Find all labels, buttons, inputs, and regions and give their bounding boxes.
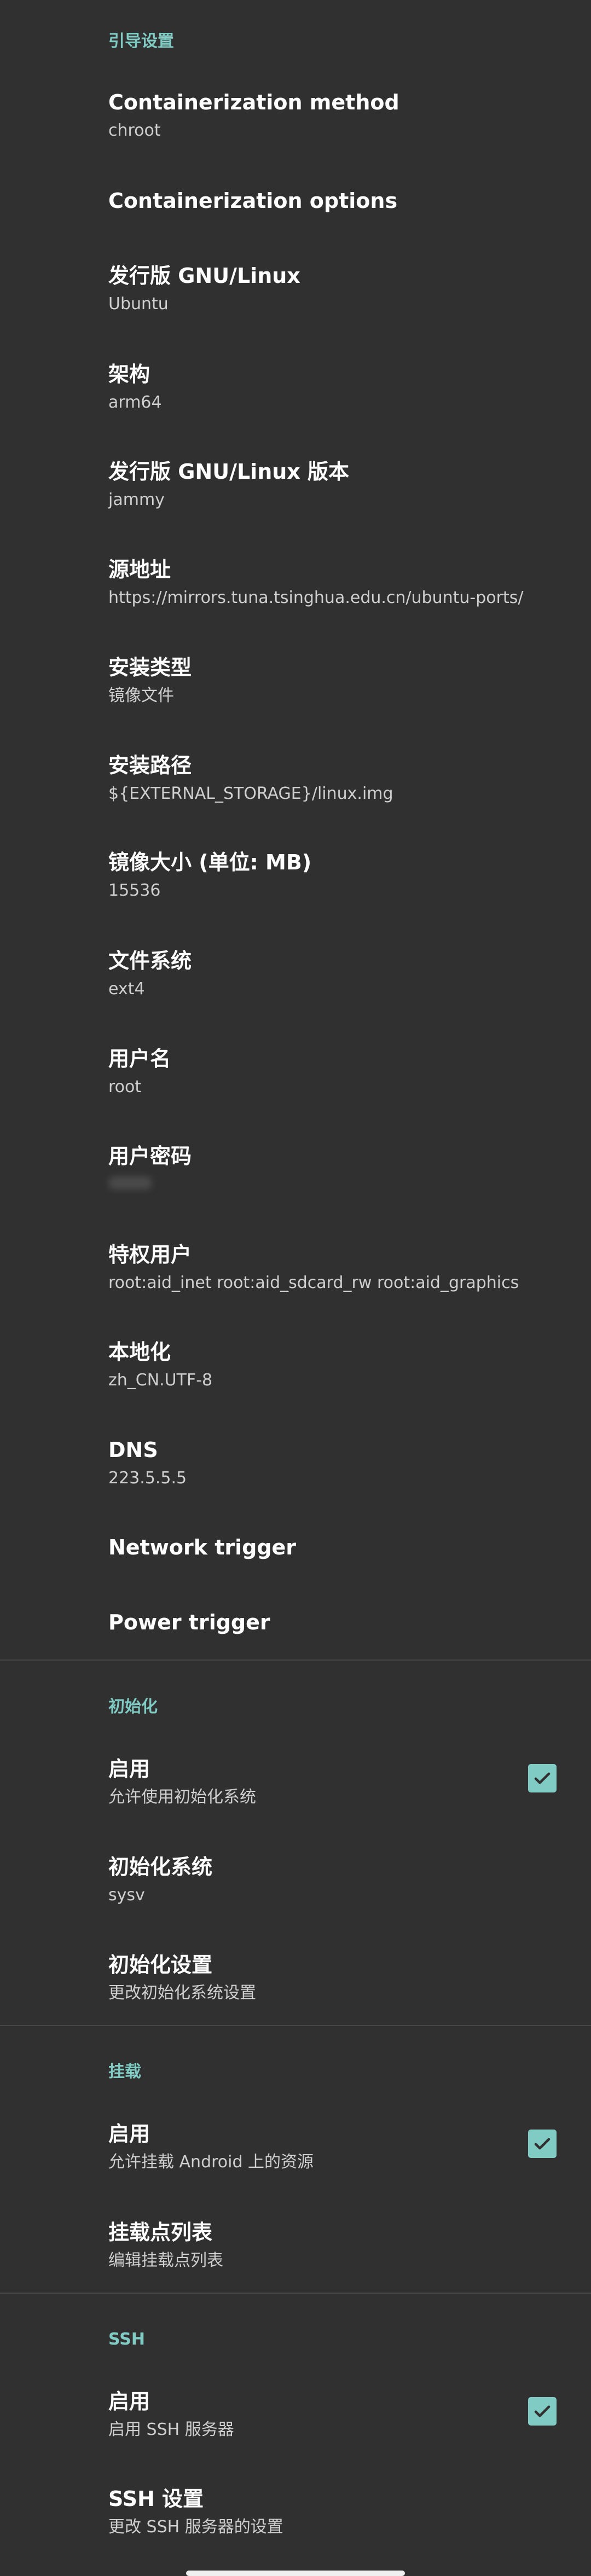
pref-title: 文件系统 [108, 949, 192, 973]
section-header-ssh: SSH [108, 2330, 145, 2349]
pref-title: 初始化设置 [108, 1953, 213, 1977]
pref-title: 镜像大小 (单位: MB) [108, 850, 312, 874]
pref-title: 启用 [108, 1757, 150, 1781]
ssh-enable-checkbox[interactable] [528, 2397, 557, 2426]
pref-install-path[interactable]: 安装路径 ${EXTERNAL_STORAGE}/linux.img [108, 755, 591, 802]
check-icon [534, 2138, 551, 2150]
pref-filesystem[interactable]: 文件系统 ext4 [108, 950, 591, 997]
pref-title: 启用 [108, 2389, 150, 2413]
pref-containerization-method[interactable]: Containerization method chroot [108, 92, 591, 139]
pref-summary: 允许挂载 Android 上的资源 [108, 2153, 314, 2172]
pref-title: 用户名 [108, 1047, 171, 1071]
pref-distro[interactable]: 发行版 GNU/Linux Ubuntu [108, 265, 591, 312]
pref-dns[interactable]: DNS 223.5.5.5 [108, 1440, 591, 1487]
pref-power-trigger[interactable]: Power trigger [108, 1612, 591, 1633]
pref-init-settings[interactable]: 初始化设置 更改初始化系统设置 [108, 1954, 591, 2001]
pref-title: 启用 [108, 2122, 150, 2146]
pref-title: Containerization method [108, 90, 399, 114]
pref-summary: arm64 [108, 393, 162, 412]
pref-summary: ext4 [108, 979, 145, 999]
pref-summary: 镜像文件 [108, 686, 174, 705]
mount-enable-checkbox[interactable] [528, 2130, 557, 2158]
pref-title: Containerization options [108, 189, 398, 213]
pref-privileged-users[interactable]: 特权用户 root:aid_inet root:aid_sdcard_rw ro… [108, 1244, 591, 1291]
pref-title: Power trigger [108, 1610, 270, 1634]
section-header-boot: 引导设置 [108, 32, 174, 51]
pref-summary: 15536 [108, 881, 161, 900]
pref-mount-list[interactable]: 挂载点列表 编辑挂载点列表 [108, 2222, 591, 2269]
pref-summary: 启用 SSH 服务器 [108, 2420, 234, 2439]
section-header-mount: 挂载 [108, 2062, 141, 2081]
pref-password[interactable]: 用户密码 [108, 1146, 591, 1190]
pref-summary: zh_CN.UTF-8 [108, 1371, 213, 1390]
pref-title: 安装类型 [108, 655, 192, 680]
pref-summary: 更改初始化系统设置 [108, 1983, 256, 2003]
pref-title: 源地址 [108, 558, 171, 582]
pref-title: 发行版 GNU/Linux 版本 [108, 460, 350, 484]
section-header-init: 初始化 [108, 1697, 158, 1716]
pref-summary: Ubuntu [108, 294, 169, 314]
pref-image-size[interactable]: 镜像大小 (单位: MB) 15536 [108, 852, 591, 899]
pref-title: 安装路径 [108, 753, 192, 778]
pref-title: 特权用户 [108, 1243, 192, 1267]
pref-title: DNS [108, 1438, 158, 1462]
pref-distro-version[interactable]: 发行版 GNU/Linux 版本 jammy [108, 461, 591, 508]
pref-summary: 允许使用初始化系统 [108, 1788, 256, 1807]
pref-title: 发行版 GNU/Linux [108, 264, 300, 288]
pref-init-enable[interactable]: 启用 允许使用初始化系统 [108, 1759, 591, 1806]
pref-arch[interactable]: 架构 arm64 [108, 364, 591, 411]
pref-source[interactable]: 源地址 https://mirrors.tuna.tsinghua.edu.cn… [108, 559, 591, 606]
check-icon [534, 2405, 551, 2417]
init-enable-checkbox[interactable] [528, 1764, 557, 1792]
pref-summary: 223.5.5.5 [108, 1469, 187, 1488]
pref-username[interactable]: 用户名 root [108, 1048, 591, 1095]
pref-summary: root [108, 1077, 142, 1096]
pref-ssh-settings[interactable]: SSH 设置 更改 SSH 服务器的设置 [108, 2488, 591, 2536]
pref-network-trigger[interactable]: Network trigger [108, 1537, 591, 1558]
check-icon [534, 1772, 551, 1784]
pref-summary: jammy [108, 490, 165, 509]
pref-title: 架构 [108, 362, 150, 386]
pref-summary: ${EXTERNAL_STORAGE}/linux.img [108, 784, 393, 803]
pref-title: 初始化系统 [108, 1855, 213, 1879]
pref-ssh-enable[interactable]: 启用 启用 SSH 服务器 [108, 2391, 591, 2438]
pref-summary: 编辑挂载点列表 [108, 2251, 223, 2270]
pref-summary: 更改 SSH 服务器的设置 [108, 2517, 283, 2537]
section-divider [0, 2293, 591, 2294]
password-masked-value [108, 1176, 152, 1190]
pref-containerization-options[interactable]: Containerization options [108, 190, 591, 211]
pref-init-system[interactable]: 初始化系统 sysv [108, 1856, 591, 1904]
pref-title: 挂载点列表 [108, 2220, 213, 2244]
pref-title: 本地化 [108, 1340, 171, 1364]
pref-title: SSH 设置 [108, 2487, 204, 2511]
pref-mount-enable[interactable]: 启用 允许挂载 Android 上的资源 [108, 2124, 591, 2171]
pref-summary: root:aid_inet root:aid_sdcard_rw root:ai… [108, 1273, 519, 1292]
pref-locale[interactable]: 本地化 zh_CN.UTF-8 [108, 1342, 591, 1389]
pref-summary: sysv [108, 1885, 145, 1905]
section-divider [0, 1660, 591, 1661]
gesture-nav-handle[interactable] [186, 2571, 405, 2576]
pref-title: Network trigger [108, 1535, 297, 1559]
pref-summary: https://mirrors.tuna.tsinghua.edu.cn/ubu… [108, 588, 524, 607]
section-divider [0, 2025, 591, 2026]
pref-title: 用户密码 [108, 1144, 192, 1168]
pref-install-type[interactable]: 安装类型 镜像文件 [108, 657, 591, 704]
pref-summary: chroot [108, 121, 161, 140]
